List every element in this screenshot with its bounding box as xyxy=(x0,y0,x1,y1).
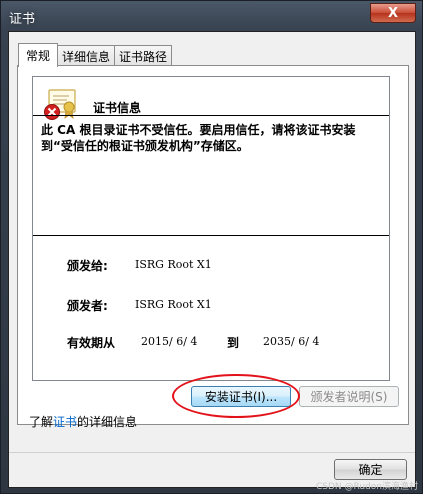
tab-details[interactable]: 详细信息 xyxy=(57,45,116,66)
info-title: 证书信息 xyxy=(93,101,142,115)
valid-from-value: 2015/ 6/ 4 xyxy=(141,335,198,348)
watermark-text: CSDN @Rudon滨海渔村 xyxy=(316,482,418,492)
title-divider xyxy=(33,115,389,116)
install-certificate-button[interactable]: 安装证书(I)... xyxy=(191,386,291,407)
issued-by-label: 颁发者: xyxy=(67,299,108,313)
tab-general[interactable]: 常规 xyxy=(18,43,59,67)
issued-by-value: ISRG Root X1 xyxy=(135,298,212,311)
validity-label: 有效期从 xyxy=(67,336,116,350)
tab-strip: 常规 详细信息 证书路径 xyxy=(18,43,173,67)
tab-certification-path[interactable]: 证书路径 xyxy=(114,45,173,66)
close-button[interactable]: X xyxy=(370,3,416,23)
learn-more-suffix: 的详细信息 xyxy=(77,415,138,429)
window-title: 证书 xyxy=(9,12,36,27)
learn-more-link[interactable]: 证书 xyxy=(53,415,77,429)
general-tab-panel: 证书信息 此 CA 根目录证书不受信任。要启用信任，请将该证书安装到“受信任的根… xyxy=(17,65,409,425)
untrusted-certificate-icon xyxy=(44,89,76,120)
trust-warning-text: 此 CA 根目录证书不受信任。要启用信任，请将该证书安装到“受信任的根证书颁发机… xyxy=(41,123,356,153)
certificate-info-box: 证书信息 此 CA 根目录证书不受信任。要启用信任，请将该证书安装到“受信任的根… xyxy=(32,76,390,381)
learn-more-prefix: 了解 xyxy=(29,415,54,429)
title-bar[interactable]: 证书 X xyxy=(1,1,422,31)
issued-to-value: ISRG Root X1 xyxy=(135,258,212,271)
certificate-window: 证书 X 常规 详细信息 证书路径 证书信息 此 CA 根目录证书不受信任。要启… xyxy=(0,0,423,494)
valid-to-value: 2035/ 6/ 4 xyxy=(263,335,320,348)
learn-more-text: 了解证书的详细信息 xyxy=(29,413,137,430)
dialog-client-area: 常规 详细信息 证书路径 证书信息 此 CA 根目录证书不受信任。要启用信任，请… xyxy=(8,31,416,488)
details-divider xyxy=(33,235,389,236)
footer-divider xyxy=(9,452,415,453)
issuer-statement-button[interactable]: 颁发者说明(S) xyxy=(299,386,399,407)
ok-button[interactable]: 确定 xyxy=(334,459,407,480)
issued-to-label: 颁发给: xyxy=(67,259,108,273)
validity-to-label: 到 xyxy=(227,336,240,350)
